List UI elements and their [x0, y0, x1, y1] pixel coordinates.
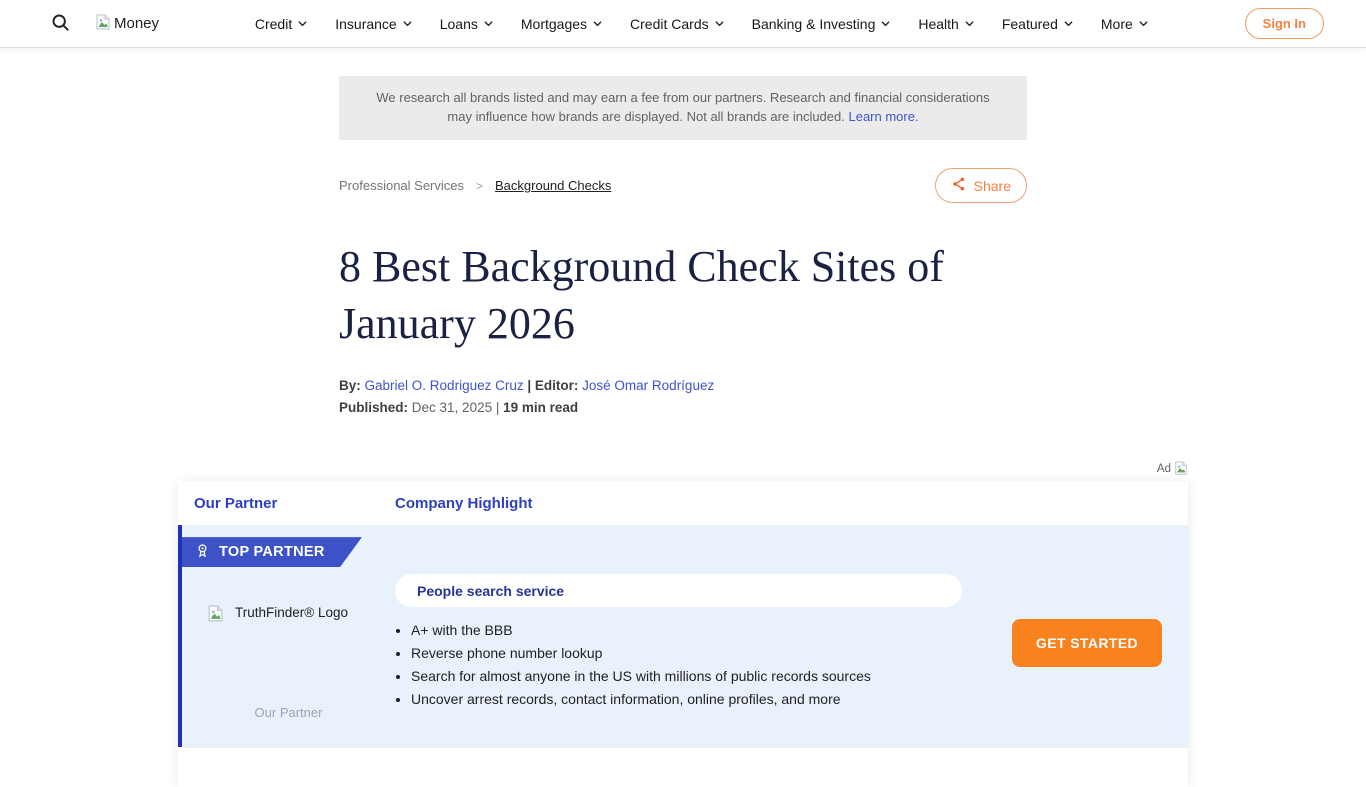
published-date: Dec 31, 2025	[412, 400, 492, 415]
editor-link[interactable]: José Omar Rodríguez	[582, 378, 714, 393]
breadcrumb-row: Professional Services > Background Check…	[339, 168, 1027, 204]
broken-image-icon	[1174, 461, 1188, 478]
page-title: 8 Best Background Check Sites of January…	[339, 238, 1027, 352]
sign-in-button[interactable]: Sign In	[1245, 8, 1324, 39]
chevron-down-icon	[964, 16, 975, 32]
our-partner-caption: Our Partner	[182, 705, 395, 720]
broken-image-icon	[207, 605, 224, 625]
nav-item-credit-cards[interactable]: Credit Cards	[630, 16, 725, 32]
top-partner-row: TOP PARTNER TruthFinder® Logo Our Partne…	[178, 525, 1188, 747]
nav-item-credit[interactable]: Credit	[255, 16, 308, 32]
partner-comparison-table: Our Partner Company Highlight TOP PARTNE…	[178, 481, 1188, 787]
list-item: Uncover arrest records, contact informat…	[411, 691, 965, 707]
breadcrumb-parent-link[interactable]: Professional Services	[339, 178, 464, 193]
chevron-down-icon	[297, 16, 308, 32]
partner-logo-alt-text: TruthFinder® Logo	[235, 605, 348, 620]
money-logo[interactable]: Money	[95, 14, 159, 34]
ad-label: Ad	[1157, 463, 1171, 475]
list-item: Search for almost anyone in the US with …	[411, 668, 965, 684]
ad-slot: Ad	[178, 461, 1188, 477]
chevron-down-icon	[1138, 16, 1149, 32]
list-item: A+ with the BBB	[411, 622, 965, 638]
breadcrumb-separator: >	[476, 179, 483, 193]
nav-item-featured[interactable]: Featured	[1002, 16, 1074, 32]
share-icon	[951, 176, 967, 195]
next-partner-row	[178, 747, 1188, 787]
chevron-down-icon	[402, 16, 413, 32]
published-separator: |	[496, 400, 500, 415]
company-highlight-cell: People search service A+ with the BBB Re…	[395, 574, 965, 714]
advertiser-disclosure: We research all brands listed and may ea…	[339, 76, 1027, 140]
top-navigation: Money Credit Insurance Loans Mortgages C…	[0, 0, 1366, 48]
nav-item-mortgages[interactable]: Mortgages	[521, 16, 603, 32]
chevron-down-icon	[1063, 16, 1074, 32]
share-button[interactable]: Share	[935, 168, 1027, 203]
partner-logo-cell: TruthFinder® Logo Our Partner	[182, 525, 395, 747]
partner-logo[interactable]: TruthFinder® Logo	[207, 605, 348, 625]
byline: By: Gabriel O. Rodriguez Cruz | Editor: …	[339, 378, 1027, 415]
nav-item-banking-investing[interactable]: Banking & Investing	[752, 16, 892, 32]
partner-table-header: Our Partner Company Highlight	[178, 481, 1188, 525]
feature-list: A+ with the BBB Reverse phone number loo…	[397, 622, 965, 707]
search-icon	[50, 12, 71, 36]
read-time: 19 min read	[503, 400, 578, 415]
editor-label: | Editor:	[527, 378, 578, 393]
published-label: Published:	[339, 400, 408, 415]
learn-more-link[interactable]: Learn more.	[848, 109, 918, 124]
published-line: Published: Dec 31, 2025 | 19 min read	[339, 400, 1027, 415]
logo-alt-text: Money	[114, 15, 159, 32]
get-started-button[interactable]: GET STARTED	[1012, 619, 1162, 667]
chevron-down-icon	[880, 16, 891, 32]
chevron-down-icon	[592, 16, 603, 32]
search-button[interactable]	[50, 12, 71, 36]
nav-item-health[interactable]: Health	[918, 16, 974, 32]
nav-item-loans[interactable]: Loans	[440, 16, 494, 32]
column-header-company-highlight: Company Highlight	[395, 495, 533, 512]
share-label: Share	[974, 178, 1011, 194]
main-nav: Credit Insurance Loans Mortgages Credit …	[159, 16, 1245, 32]
highlight-pill: People search service	[395, 574, 962, 607]
by-label: By:	[339, 378, 361, 393]
nav-item-more[interactable]: More	[1101, 16, 1149, 32]
nav-item-insurance[interactable]: Insurance	[335, 16, 412, 32]
author-line: By: Gabriel O. Rodriguez Cruz | Editor: …	[339, 378, 1027, 393]
author-link[interactable]: Gabriel O. Rodriguez Cruz	[365, 378, 524, 393]
list-item: Reverse phone number lookup	[411, 645, 965, 661]
chevron-down-icon	[483, 16, 494, 32]
chevron-down-icon	[714, 16, 725, 32]
breadcrumb: Professional Services > Background Check…	[339, 178, 611, 193]
breadcrumb-current-link[interactable]: Background Checks	[495, 178, 611, 193]
broken-image-icon	[95, 14, 111, 34]
column-header-our-partner: Our Partner	[178, 495, 395, 512]
